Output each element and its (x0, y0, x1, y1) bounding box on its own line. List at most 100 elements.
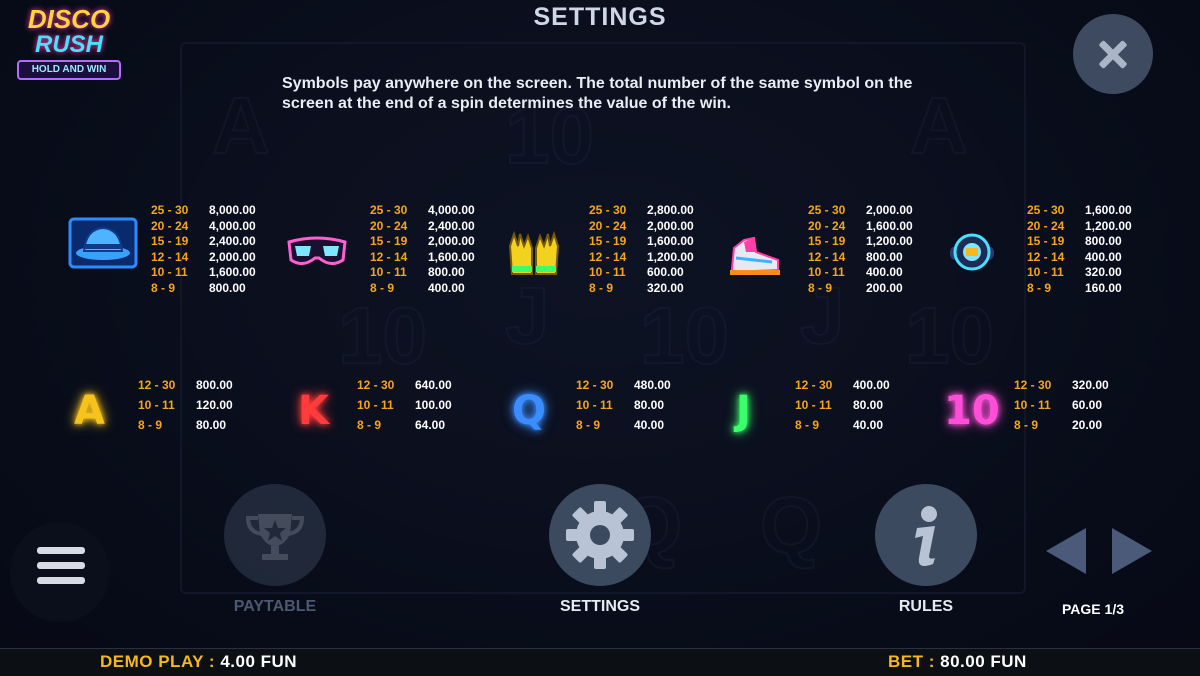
pay-range: 10 - 11 (138, 398, 175, 412)
pay-value: 2,000.00 (647, 218, 694, 233)
close-button[interactable] (1073, 14, 1153, 94)
pay-value: 80.00 (634, 398, 665, 412)
pay-row: 8 - 9 320.00 (589, 281, 694, 297)
pay-range: 12 - 30 (357, 378, 395, 392)
pay-range: 15 - 19 (589, 234, 627, 248)
pay-value: 400.00 (428, 280, 465, 295)
pay-row: 10 - 11 320.00 (1027, 265, 1132, 281)
pay-value: 1,200.00 (866, 234, 913, 248)
pay-value: 40.00 (634, 418, 665, 432)
rules-button[interactable] (875, 484, 977, 586)
pay-row: 12 - 14 2,000.00 (151, 250, 256, 266)
pay-range: 10 - 11 (1027, 265, 1064, 279)
pay-row: 12 - 30 320.00 (1014, 375, 1109, 395)
demo-label: DEMO PLAY : (100, 652, 216, 671)
pay-value: 320.00 (1072, 378, 1109, 392)
pay-value: 480.00 (634, 378, 671, 392)
letter-j-paytable: 12 - 30 400.00 10 - 11 80.00 8 - 9 40.00 (795, 375, 890, 435)
pay-value: 800.00 (196, 378, 233, 392)
pay-range: 12 - 14 (370, 249, 408, 264)
pay-range: 12 - 30 (795, 378, 833, 392)
pay-value: 60.00 (1072, 398, 1103, 412)
pay-range: 10 - 11 (151, 265, 188, 279)
demo-value: 4.00 FUN (220, 652, 298, 671)
pay-value: 320.00 (647, 280, 684, 295)
pay-range: 8 - 9 (151, 280, 176, 295)
pay-row: 12 - 14 400.00 (1027, 250, 1132, 266)
pay-row: 20 - 24 1,600.00 (808, 219, 913, 235)
pay-range: 20 - 24 (1027, 218, 1065, 233)
pay-range: 12 - 30 (138, 378, 176, 392)
pay-range: 8 - 9 (589, 280, 614, 295)
settings-button[interactable] (549, 484, 651, 586)
pay-range: 12 - 14 (1027, 249, 1065, 264)
pay-range: 15 - 19 (151, 234, 189, 248)
gloves-icon (508, 230, 560, 275)
letter-q-icon: Q (512, 388, 547, 434)
pay-value: 120.00 (196, 398, 233, 412)
menu-button[interactable] (10, 522, 110, 622)
pay-row: 12 - 30 800.00 (138, 375, 233, 395)
pay-value: 4,000.00 (209, 218, 256, 233)
pay-row: 10 - 11 1,600.00 (151, 265, 256, 281)
letter-j-icon: J (736, 388, 751, 434)
pay-row: 15 - 19 800.00 (1027, 234, 1132, 250)
pay-row: 20 - 24 2,000.00 (589, 219, 694, 235)
pay-row: 25 - 30 4,000.00 (370, 203, 475, 219)
pay-value: 2,400.00 (428, 218, 475, 233)
pay-value: 400.00 (866, 265, 903, 279)
pay-range: 10 - 11 (808, 265, 845, 279)
pay-row: 10 - 11 600.00 (589, 265, 694, 281)
info-icon (915, 506, 937, 566)
pay-value: 2,000.00 (866, 203, 913, 217)
sunglasses-paytable: 25 - 30 4,000.00 20 - 24 2,400.00 15 - 19 2… (370, 203, 475, 296)
pay-value: 400.00 (1085, 249, 1122, 264)
pay-row: 10 - 11 80.00 (795, 395, 890, 415)
pay-range: 10 - 11 (370, 265, 407, 279)
pay-value: 1,600.00 (209, 265, 256, 279)
pay-row: 12 - 30 480.00 (576, 375, 671, 395)
logo-title-line2: RUSH (34, 31, 103, 58)
pay-row: 8 - 9 400.00 (370, 281, 475, 297)
logo-badge: HOLD AND WIN (17, 60, 121, 80)
pay-range: 10 - 11 (357, 398, 394, 412)
letter-a-paytable: 12 - 30 800.00 10 - 11 120.00 8 - 9 80.00 (138, 375, 233, 435)
pay-value: 80.00 (196, 418, 227, 432)
pay-value: 1,600.00 (1085, 203, 1132, 217)
sneaker-icon (730, 236, 780, 275)
next-page-arrow-icon[interactable] (1112, 528, 1152, 574)
pay-range: 8 - 9 (808, 280, 833, 295)
pay-value: 2,000.00 (209, 249, 256, 264)
pay-range: 25 - 30 (589, 203, 627, 217)
pay-value: 8,000.00 (209, 203, 256, 217)
pay-range: 8 - 9 (1027, 280, 1052, 295)
pay-row: 25 - 30 2,800.00 (589, 203, 694, 219)
pay-range: 12 - 30 (576, 378, 614, 392)
pay-value: 320.00 (1085, 265, 1122, 279)
pay-range: 25 - 30 (808, 203, 846, 217)
pay-value: 20.00 (1072, 418, 1103, 432)
pay-value: 800.00 (209, 280, 246, 295)
pay-range: 8 - 9 (138, 418, 163, 432)
rules-label: RULES (898, 598, 954, 615)
pay-range: 10 - 11 (589, 265, 626, 279)
pay-value: 1,200.00 (1085, 218, 1132, 233)
pay-range: 12 - 14 (808, 249, 846, 264)
paytable-label: PAYTABLE (233, 598, 317, 615)
pay-value: 640.00 (415, 378, 452, 392)
bet-label: BET : (888, 652, 935, 671)
pay-row: 8 - 9 20.00 (1014, 415, 1109, 435)
pay-range: 15 - 19 (808, 234, 846, 248)
pay-row: 10 - 11 800.00 (370, 265, 475, 281)
paytable-button[interactable] (224, 484, 326, 586)
demo-balance: DEMO PLAY : 4.00 FUN (100, 652, 297, 672)
pay-range: 10 - 11 (1014, 398, 1051, 412)
pay-value: 2,400.00 (209, 234, 256, 248)
pay-value: 1,200.00 (647, 249, 694, 264)
previous-page-arrow-icon[interactable] (1046, 528, 1086, 574)
pay-value: 1,600.00 (866, 218, 913, 233)
pay-row: 12 - 14 1,600.00 (370, 250, 475, 266)
pay-row: 15 - 19 2,000.00 (370, 234, 475, 250)
pay-value: 4,000.00 (428, 203, 475, 217)
pay-range: 8 - 9 (1014, 418, 1039, 432)
